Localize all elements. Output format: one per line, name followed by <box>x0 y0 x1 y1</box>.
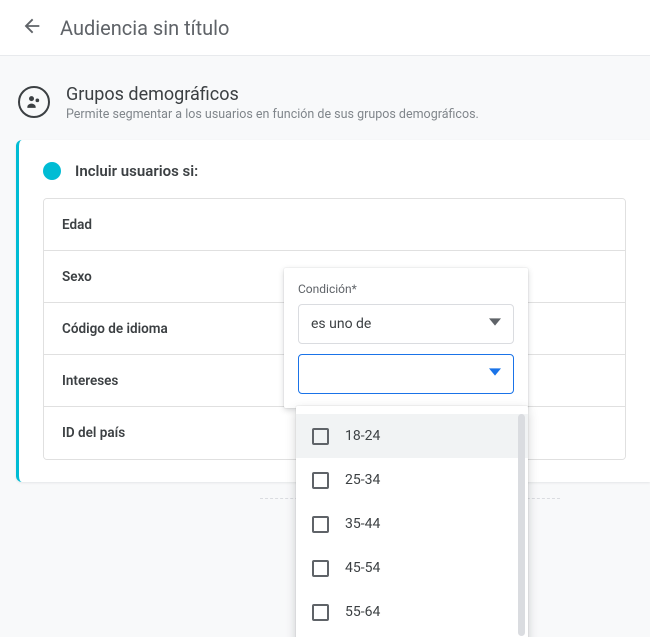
include-label: Incluir usuarios si: <box>75 162 198 180</box>
field-label: Sexo <box>62 269 92 285</box>
include-indicator-dot <box>43 162 61 180</box>
field-label: Código de idioma <box>62 321 168 337</box>
page-title: Audiencia sin título <box>60 16 229 40</box>
field-label: ID del país <box>62 425 125 441</box>
option-25-34[interactable]: 25-34 <box>296 458 528 502</box>
checkbox-icon[interactable] <box>312 560 329 577</box>
option-18-24[interactable]: 18-24 <box>296 414 528 458</box>
option-label: 18-24 <box>345 428 380 444</box>
condition-select[interactable]: es uno de <box>298 304 514 344</box>
option-55-64[interactable]: 55-64 <box>296 590 528 634</box>
demographics-icon <box>18 86 50 118</box>
include-row: Incluir usuarios si: <box>19 162 650 198</box>
options-dropdown[interactable]: 18-24 25-34 35-44 45-54 55-64 <box>296 406 528 637</box>
back-button[interactable] <box>12 8 52 48</box>
checkbox-icon[interactable] <box>312 472 329 489</box>
option-label: 25-34 <box>345 472 380 488</box>
option-label: 35-44 <box>345 516 380 532</box>
checkbox-icon[interactable] <box>312 428 329 445</box>
checkbox-icon[interactable] <box>312 516 329 533</box>
section-subtitle: Permite segmentar a los usuarios en func… <box>66 107 479 122</box>
caret-down-icon <box>489 366 501 382</box>
option-35-44[interactable]: 35-44 <box>296 502 528 546</box>
field-label: Intereses <box>62 373 118 389</box>
condition-panel: Condición* es uno de <box>284 268 528 408</box>
arrow-left-icon <box>21 15 43 41</box>
checkbox-icon[interactable] <box>312 604 329 621</box>
field-row-edad[interactable]: Edad <box>44 199 625 251</box>
header-bar: Audiencia sin título <box>0 0 650 56</box>
select-value: es uno de <box>311 316 371 332</box>
section-title: Grupos demográficos <box>66 84 479 105</box>
condition-label: Condición* <box>298 282 514 296</box>
option-label: 55-64 <box>345 604 380 620</box>
workspace: Grupos demográficos Permite segmentar a … <box>0 56 650 637</box>
section-header: Grupos demográficos Permite segmentar a … <box>0 84 650 140</box>
option-label: 45-54 <box>345 560 380 576</box>
field-label: Edad <box>62 217 92 233</box>
option-45-54[interactable]: 45-54 <box>296 546 528 590</box>
caret-down-icon <box>489 316 501 332</box>
value-select[interactable] <box>298 354 514 394</box>
